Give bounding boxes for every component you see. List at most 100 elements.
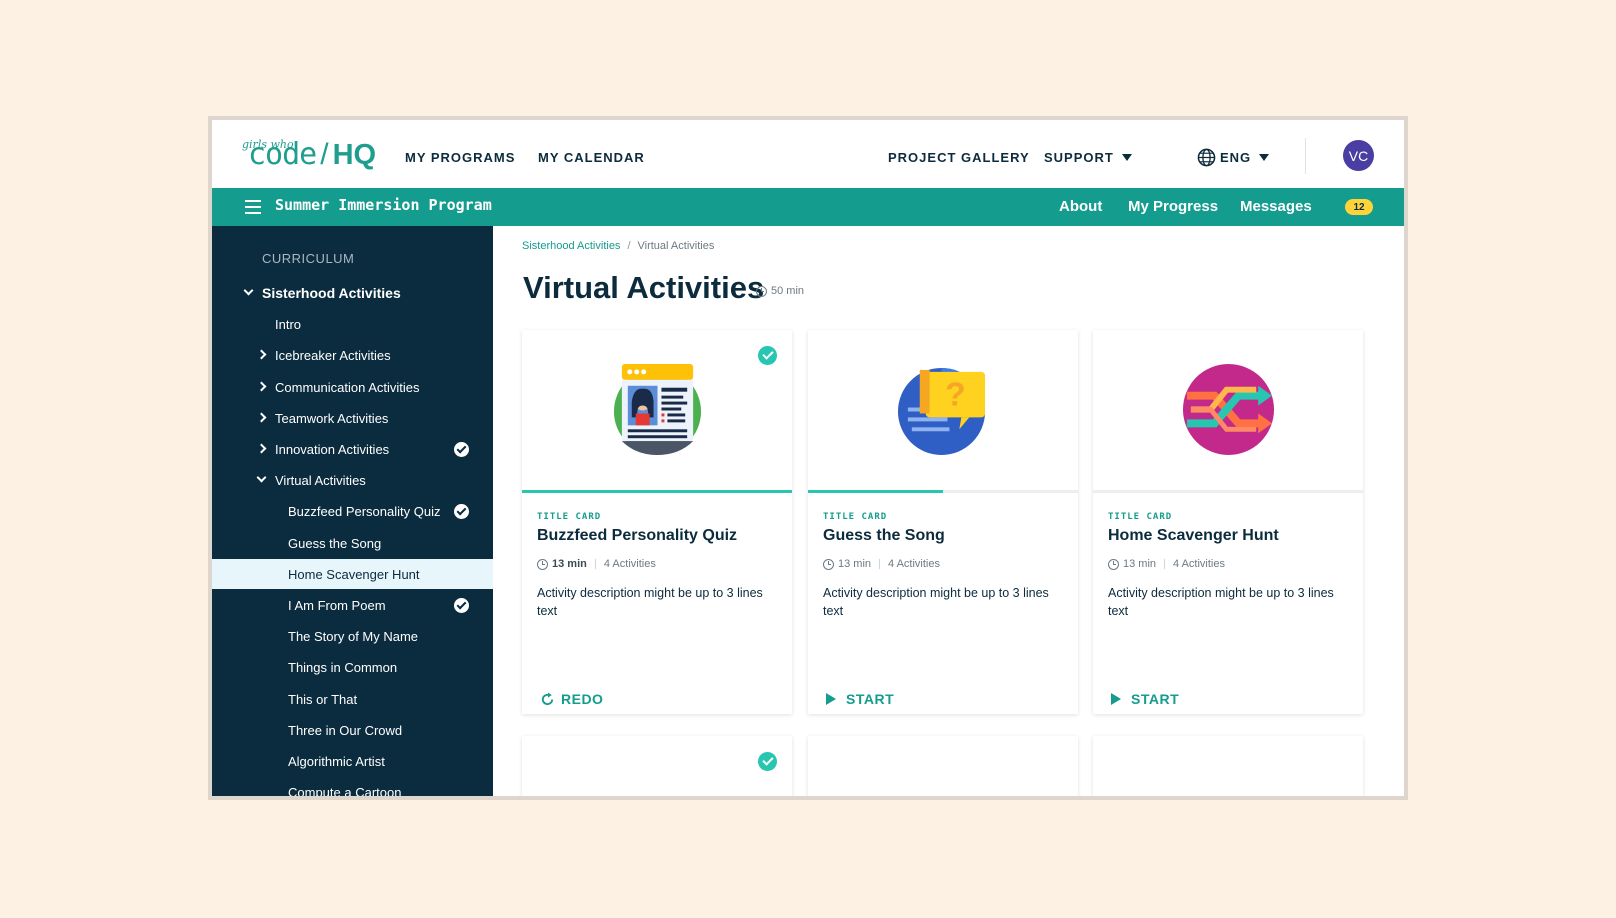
completed-check-icon [454, 442, 469, 457]
sidebar-item[interactable]: Communication Activities [212, 372, 493, 402]
card-activities-count: 4 Activities [888, 558, 940, 570]
sidebar-item[interactable]: I Am From Poem [212, 590, 493, 620]
card-activities-count: 4 Activities [603, 558, 656, 570]
breadcrumb: Sisterhood Activities / Virtual Activities [522, 240, 714, 252]
clock-icon [1108, 558, 1119, 570]
chevron-down-icon [256, 472, 267, 483]
sidebar-item[interactable]: Innovation Activities [212, 434, 493, 464]
completed-check-icon [454, 504, 469, 519]
logo-small-text: girls who [242, 138, 294, 151]
globe-icon [1197, 148, 1216, 167]
sidebar-item-label: Icebreaker Activities [275, 347, 391, 363]
language-dropdown[interactable]: ENG [1220, 150, 1270, 165]
sidebar-item-label: Compute a Cartoon [288, 784, 402, 800]
chevron-down-icon [243, 285, 254, 296]
sidebar-item[interactable]: Intro [212, 309, 493, 339]
sidebar-item[interactable]: Virtual Activities [212, 465, 493, 495]
card-title: Guess the Song [823, 527, 945, 544]
user-avatar[interactable]: VC [1343, 140, 1374, 171]
card-minutes: 13 min [838, 558, 872, 570]
card-progress-bar [522, 490, 792, 493]
activity-card[interactable]: TITLE CARD Buzzfeed Personality Quiz 13 … [522, 330, 792, 714]
nav-my-programs[interactable]: MY PROGRAMS [405, 150, 515, 165]
profile-card-icon [613, 363, 702, 456]
program-link-about[interactable]: About [1059, 198, 1102, 215]
sidebar-item[interactable]: Three in Our Crowd [212, 715, 493, 745]
clock-icon [823, 558, 834, 570]
sidebar-item-label: Guess the Song [288, 535, 382, 551]
card-meta: 13 min 4 Activities [823, 558, 940, 570]
messages-count-badge: 12 [1345, 199, 1373, 215]
sidebar-item[interactable]: Compute a Cartoon [212, 777, 493, 800]
activity-card[interactable]: ? TITLE CARD Guess the Song 13 min 4 Act… [808, 330, 1078, 714]
program-bar: Summer Immersion Program About My Progre… [212, 188, 1404, 226]
card-title: Home Scavenger Hunt [1108, 527, 1279, 544]
sidebar-item-label: Home Scavenger Hunt [288, 566, 420, 582]
hamburger-menu-icon[interactable] [245, 200, 261, 214]
page-title: Virtual Activities [523, 270, 765, 305]
card-meta: 13 min 4 Activities [1108, 558, 1225, 570]
activity-card[interactable]: TITLE CARD Home Scavenger Hunt 13 min 4 … [1093, 330, 1363, 714]
caret-down-icon [1259, 154, 1270, 161]
sidebar-item[interactable]: Things in Common [212, 652, 493, 682]
activity-card[interactable] [1093, 736, 1363, 796]
completed-check-icon [758, 346, 777, 365]
sidebar-heading: CURRICULUM [262, 251, 355, 266]
curriculum-sidebar: CURRICULUM Sisterhood Activities Intro Ice… [212, 226, 493, 800]
breadcrumb-link-sisterhood[interactable]: Sisterhood Activities [522, 240, 620, 252]
play-icon [826, 693, 836, 705]
card-title: Buzzfeed Personality Quiz [537, 527, 738, 544]
sidebar-item[interactable]: Teamwork Activities [212, 403, 493, 433]
breadcrumb-current: Virtual Activities [637, 240, 715, 252]
sidebar-item-label: Teamwork Activities [275, 410, 389, 426]
card-image-area [522, 330, 792, 490]
start-button[interactable]: START [826, 691, 894, 707]
question-bubble-icon: ? [897, 367, 986, 456]
nav-project-gallery[interactable]: PROJECT GALLERY [888, 150, 1030, 165]
card-progress-fill [808, 490, 943, 493]
sidebar-item-label: I Am From Poem [288, 597, 386, 613]
card-image-area: ? [808, 330, 1078, 490]
nav-my-calendar[interactable]: MY CALENDAR [538, 150, 645, 165]
card-type-label: TITLE CARD [823, 512, 888, 522]
card-description: Activity description might be up to 3 li… [537, 586, 763, 618]
sidebar-item-label: Sisterhood Activities [262, 285, 401, 301]
chevron-right-icon [256, 349, 267, 360]
program-title: Summer Immersion Program [275, 196, 492, 214]
logo-slash: / [320, 138, 329, 171]
svg-text:?: ? [945, 377, 966, 414]
sidebar-item-label: This or That [288, 691, 358, 707]
page-duration-text: 50 min [771, 285, 805, 297]
start-label: START [846, 691, 895, 707]
program-link-messages[interactable]: Messages [1240, 198, 1312, 215]
sidebar-item[interactable]: Home Scavenger Hunt [212, 559, 493, 589]
chevron-right-icon [256, 412, 267, 423]
page-duration: 50 min [756, 285, 804, 297]
support-dropdown[interactable]: SUPPORT [1044, 150, 1132, 165]
sidebar-item[interactable]: Buzzfeed Personality Quiz [212, 496, 493, 526]
card-activities-count: 4 Activities [1173, 558, 1225, 570]
sidebar-item[interactable]: Guess the Song [212, 528, 493, 558]
sidebar-item[interactable]: The Story of My Name [212, 621, 493, 651]
card-progress-fill [522, 490, 792, 493]
program-link-my-progress[interactable]: My Progress [1128, 198, 1218, 215]
sidebar-item[interactable]: Icebreaker Activities [212, 340, 493, 370]
redo-icon [541, 691, 554, 705]
breadcrumb-separator: / [627, 240, 631, 252]
start-button[interactable]: START [1111, 691, 1179, 707]
nav-divider [1305, 138, 1306, 174]
sidebar-item[interactable]: Sisterhood Activities [212, 278, 493, 308]
girls-who-code-hq-logo[interactable]: girls who code / HQ [242, 138, 376, 172]
sidebar-item-label: Buzzfeed Personality Quiz [288, 503, 441, 519]
redo-button[interactable]: REDO [540, 691, 603, 707]
sidebar-item[interactable]: This or That [212, 684, 493, 714]
main-content: Sisterhood Activities / Virtual Activities… [493, 226, 1404, 796]
card-progress-bar [808, 490, 1078, 493]
sidebar-item[interactable]: Algorithmic Artist [212, 746, 493, 776]
activity-card[interactable] [808, 736, 1078, 796]
card-description: Activity description might be up to 3 li… [1108, 586, 1334, 618]
clock-icon [537, 558, 548, 570]
meta-divider [1164, 559, 1166, 569]
activity-card[interactable] [522, 736, 792, 796]
meta-divider [879, 559, 881, 569]
